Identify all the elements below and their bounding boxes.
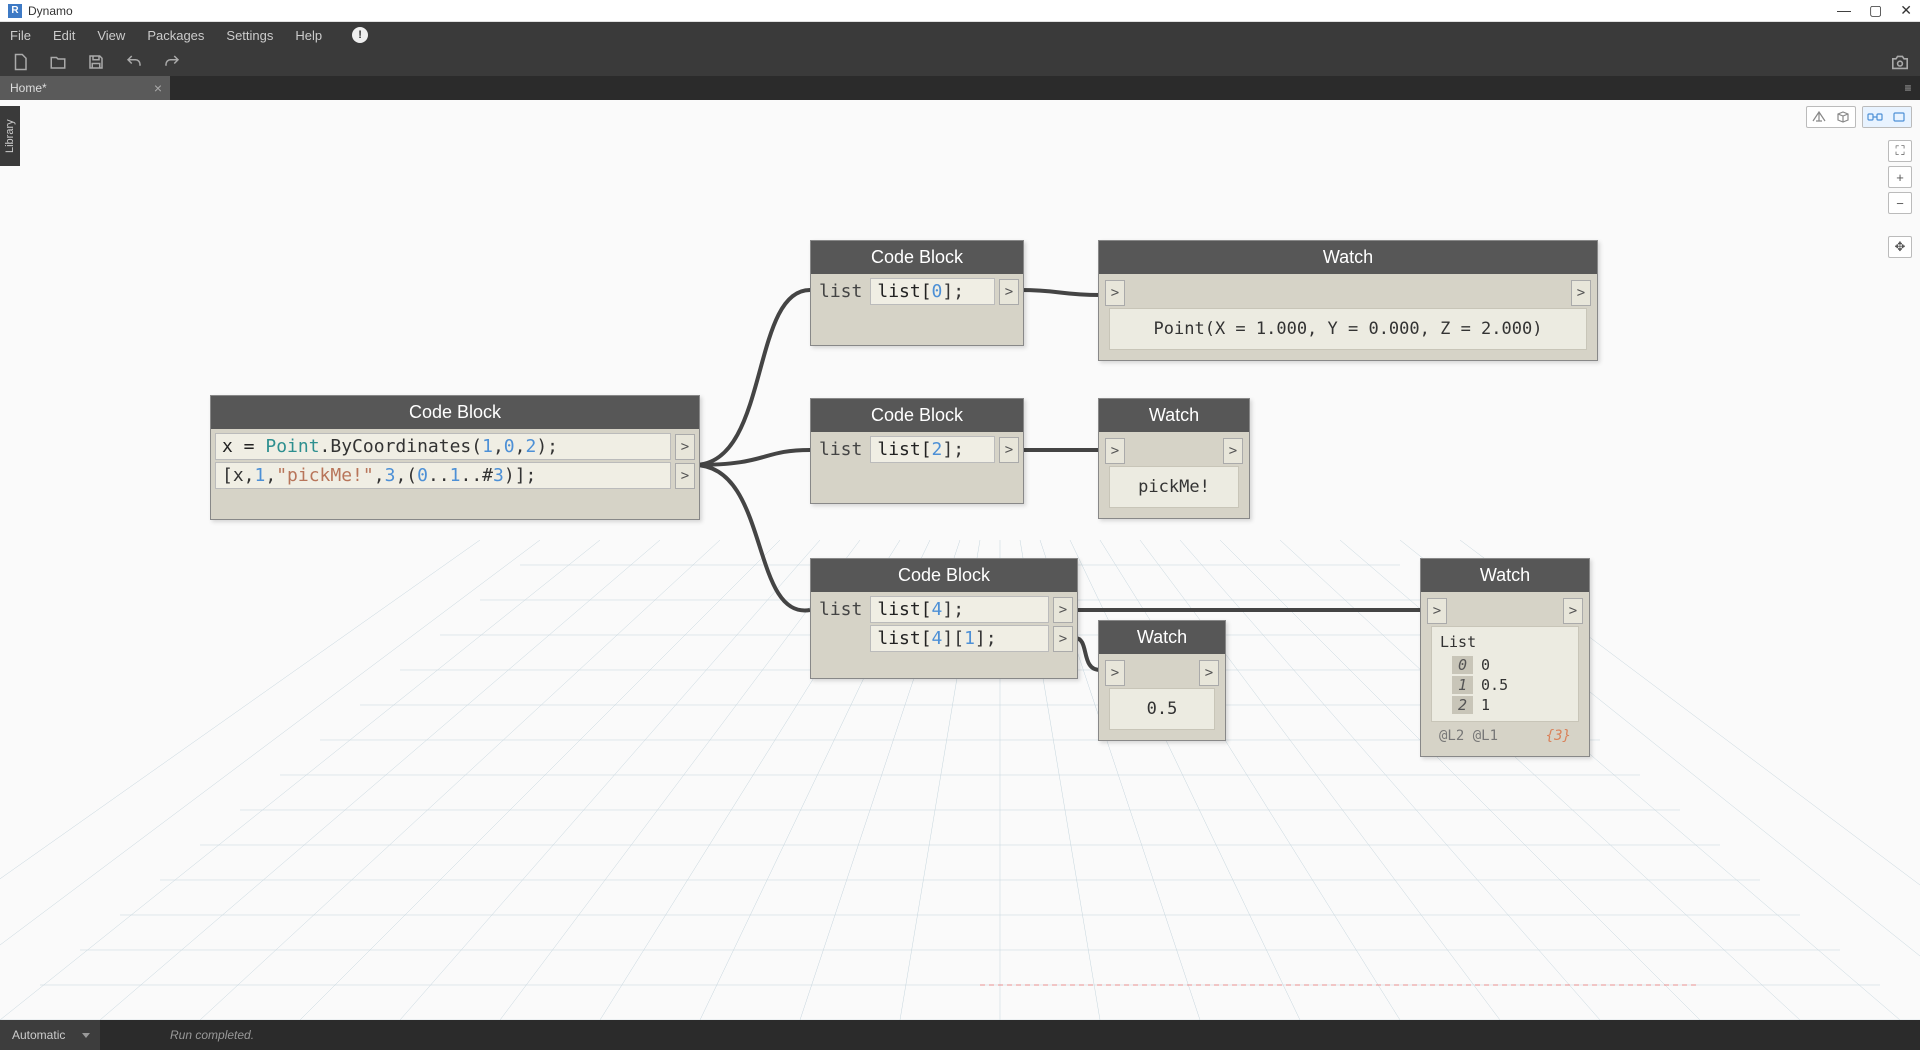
node-watch-point[interactable]: Watch > > Point(X = 1.000, Y = 0.000, Z … xyxy=(1098,240,1598,361)
input-port[interactable]: > xyxy=(1105,438,1125,464)
watch-value: Point(X = 1.000, Y = 0.000, Z = 2.000) xyxy=(1109,308,1587,350)
view-3d-icon[interactable] xyxy=(1807,107,1831,127)
menu-help[interactable]: Help xyxy=(295,28,322,43)
input-port-label[interactable]: list xyxy=(815,437,866,462)
app-icon: R xyxy=(8,4,22,18)
tabs-empty-area xyxy=(170,76,1896,100)
count-indicator: {3} xyxy=(1546,728,1571,744)
close-button[interactable]: ✕ xyxy=(1900,2,1912,19)
output-port[interactable]: > xyxy=(1053,626,1073,652)
run-mode-dropdown[interactable]: Automatic xyxy=(0,1020,100,1050)
node-codeblock-4[interactable]: Code Block list list[4]; > list list[4][… xyxy=(810,558,1078,679)
node-header[interactable]: Code Block xyxy=(811,399,1023,432)
output-port[interactable]: > xyxy=(1571,280,1591,306)
code-line-1[interactable]: x = Point.ByCoordinates(1,0,2); xyxy=(215,433,671,460)
minimize-button[interactable]: — xyxy=(1837,2,1851,19)
node-header[interactable]: Watch xyxy=(1099,621,1225,654)
maximize-button[interactable]: ▢ xyxy=(1869,2,1882,19)
node-codeblock-main[interactable]: Code Block x = Point.ByCoordinates(1,0,2… xyxy=(210,395,700,520)
input-port[interactable]: > xyxy=(1105,660,1125,686)
output-port[interactable]: > xyxy=(1053,597,1073,623)
tab-label: Home* xyxy=(10,81,47,95)
watch-list-content: List 00 10.5 21 xyxy=(1431,626,1579,722)
new-file-icon[interactable] xyxy=(10,52,30,72)
view-toggles xyxy=(1806,106,1912,128)
output-port[interactable]: > xyxy=(1563,598,1583,624)
tab-home[interactable]: Home* × xyxy=(0,76,170,100)
tab-close-icon[interactable]: × xyxy=(154,80,162,96)
input-port-label[interactable]: list xyxy=(815,597,866,622)
view-graph-icon[interactable] xyxy=(1863,107,1887,127)
watch-value: pickMe! xyxy=(1109,466,1239,508)
undo-icon[interactable] xyxy=(124,52,144,72)
node-codeblock-0[interactable]: Code Block list list[0]; > xyxy=(810,240,1024,346)
alert-icon[interactable]: ! xyxy=(352,27,368,43)
tabsbar: Home* × ≡ xyxy=(0,76,1920,100)
input-port-label[interactable]: list xyxy=(815,279,866,304)
view-box-icon[interactable] xyxy=(1831,107,1855,127)
output-port[interactable]: > xyxy=(675,463,695,489)
list-item: 21 xyxy=(1452,695,1570,715)
titlebar: R Dynamo — ▢ ✕ xyxy=(0,0,1920,22)
node-watch-pickme[interactable]: Watch > > pickMe! xyxy=(1098,398,1250,519)
node-watch-list[interactable]: Watch > > List 00 10.5 21 @L2 @L1 {3} xyxy=(1420,558,1590,757)
redo-icon[interactable] xyxy=(162,52,182,72)
output-port[interactable]: > xyxy=(999,437,1019,463)
zoom-in-icon[interactable]: + xyxy=(1888,166,1912,188)
toolbar xyxy=(0,48,1920,76)
list-label: List xyxy=(1440,633,1570,651)
menubar: File Edit View Packages Settings Help ! xyxy=(0,22,1920,48)
save-icon[interactable] xyxy=(86,52,106,72)
output-port[interactable]: > xyxy=(1223,438,1243,464)
output-port[interactable]: > xyxy=(999,279,1019,305)
code-line-2[interactable]: [x,1,"pickMe!",3,(0..1..#3)]; xyxy=(215,462,671,489)
menu-file[interactable]: File xyxy=(10,28,31,43)
node-codeblock-2[interactable]: Code Block list list[2]; > xyxy=(810,398,1024,504)
menu-packages[interactable]: Packages xyxy=(147,28,204,43)
menu-view[interactable]: View xyxy=(97,28,125,43)
zoom-out-icon[interactable]: − xyxy=(1888,192,1912,214)
output-port[interactable]: > xyxy=(1199,660,1219,686)
input-port[interactable]: > xyxy=(1105,280,1125,306)
watch-value: 0.5 xyxy=(1109,688,1215,730)
window-title: Dynamo xyxy=(28,4,73,18)
node-header[interactable]: Code Block xyxy=(211,396,699,429)
hamburger-icon[interactable]: ≡ xyxy=(1896,76,1920,100)
level-indicator: @L2 @L1 xyxy=(1439,728,1498,744)
node-header[interactable]: Code Block xyxy=(811,559,1077,592)
view-node-icon[interactable] xyxy=(1887,107,1911,127)
pan-icon[interactable]: ✥ xyxy=(1888,236,1912,258)
list-item: 10.5 xyxy=(1452,675,1570,695)
input-port[interactable]: > xyxy=(1427,598,1447,624)
node-header[interactable]: Code Block xyxy=(811,241,1023,274)
code-line[interactable]: list[2]; xyxy=(870,436,995,463)
zoom-fit-icon[interactable]: ⛶ xyxy=(1888,140,1912,162)
node-header[interactable]: Watch xyxy=(1421,559,1589,592)
canvas[interactable]: Library ⛶ + − ✥ xyxy=(0,100,1920,1020)
node-header[interactable]: Watch xyxy=(1099,241,1597,274)
zoom-controls: ⛶ + − ✥ xyxy=(1888,140,1912,258)
statusbar: Automatic Run completed. xyxy=(0,1020,1920,1050)
menu-edit[interactable]: Edit xyxy=(53,28,75,43)
code-line[interactable]: list[0]; xyxy=(870,278,995,305)
node-header[interactable]: Watch xyxy=(1099,399,1249,432)
camera-icon[interactable] xyxy=(1890,52,1910,72)
node-watch-half[interactable]: Watch > > 0.5 xyxy=(1098,620,1226,741)
menu-settings[interactable]: Settings xyxy=(226,28,273,43)
list-item: 00 xyxy=(1452,655,1570,675)
code-line-1[interactable]: list[4]; xyxy=(870,596,1049,623)
open-file-icon[interactable] xyxy=(48,52,68,72)
window-controls: — ▢ ✕ xyxy=(1837,2,1912,19)
watch-footer: @L2 @L1 {3} xyxy=(1431,722,1579,746)
output-port[interactable]: > xyxy=(675,434,695,460)
code-line-2[interactable]: list[4][1]; xyxy=(870,625,1049,652)
library-panel-tab[interactable]: Library xyxy=(0,106,20,166)
status-message: Run completed. xyxy=(170,1028,254,1042)
